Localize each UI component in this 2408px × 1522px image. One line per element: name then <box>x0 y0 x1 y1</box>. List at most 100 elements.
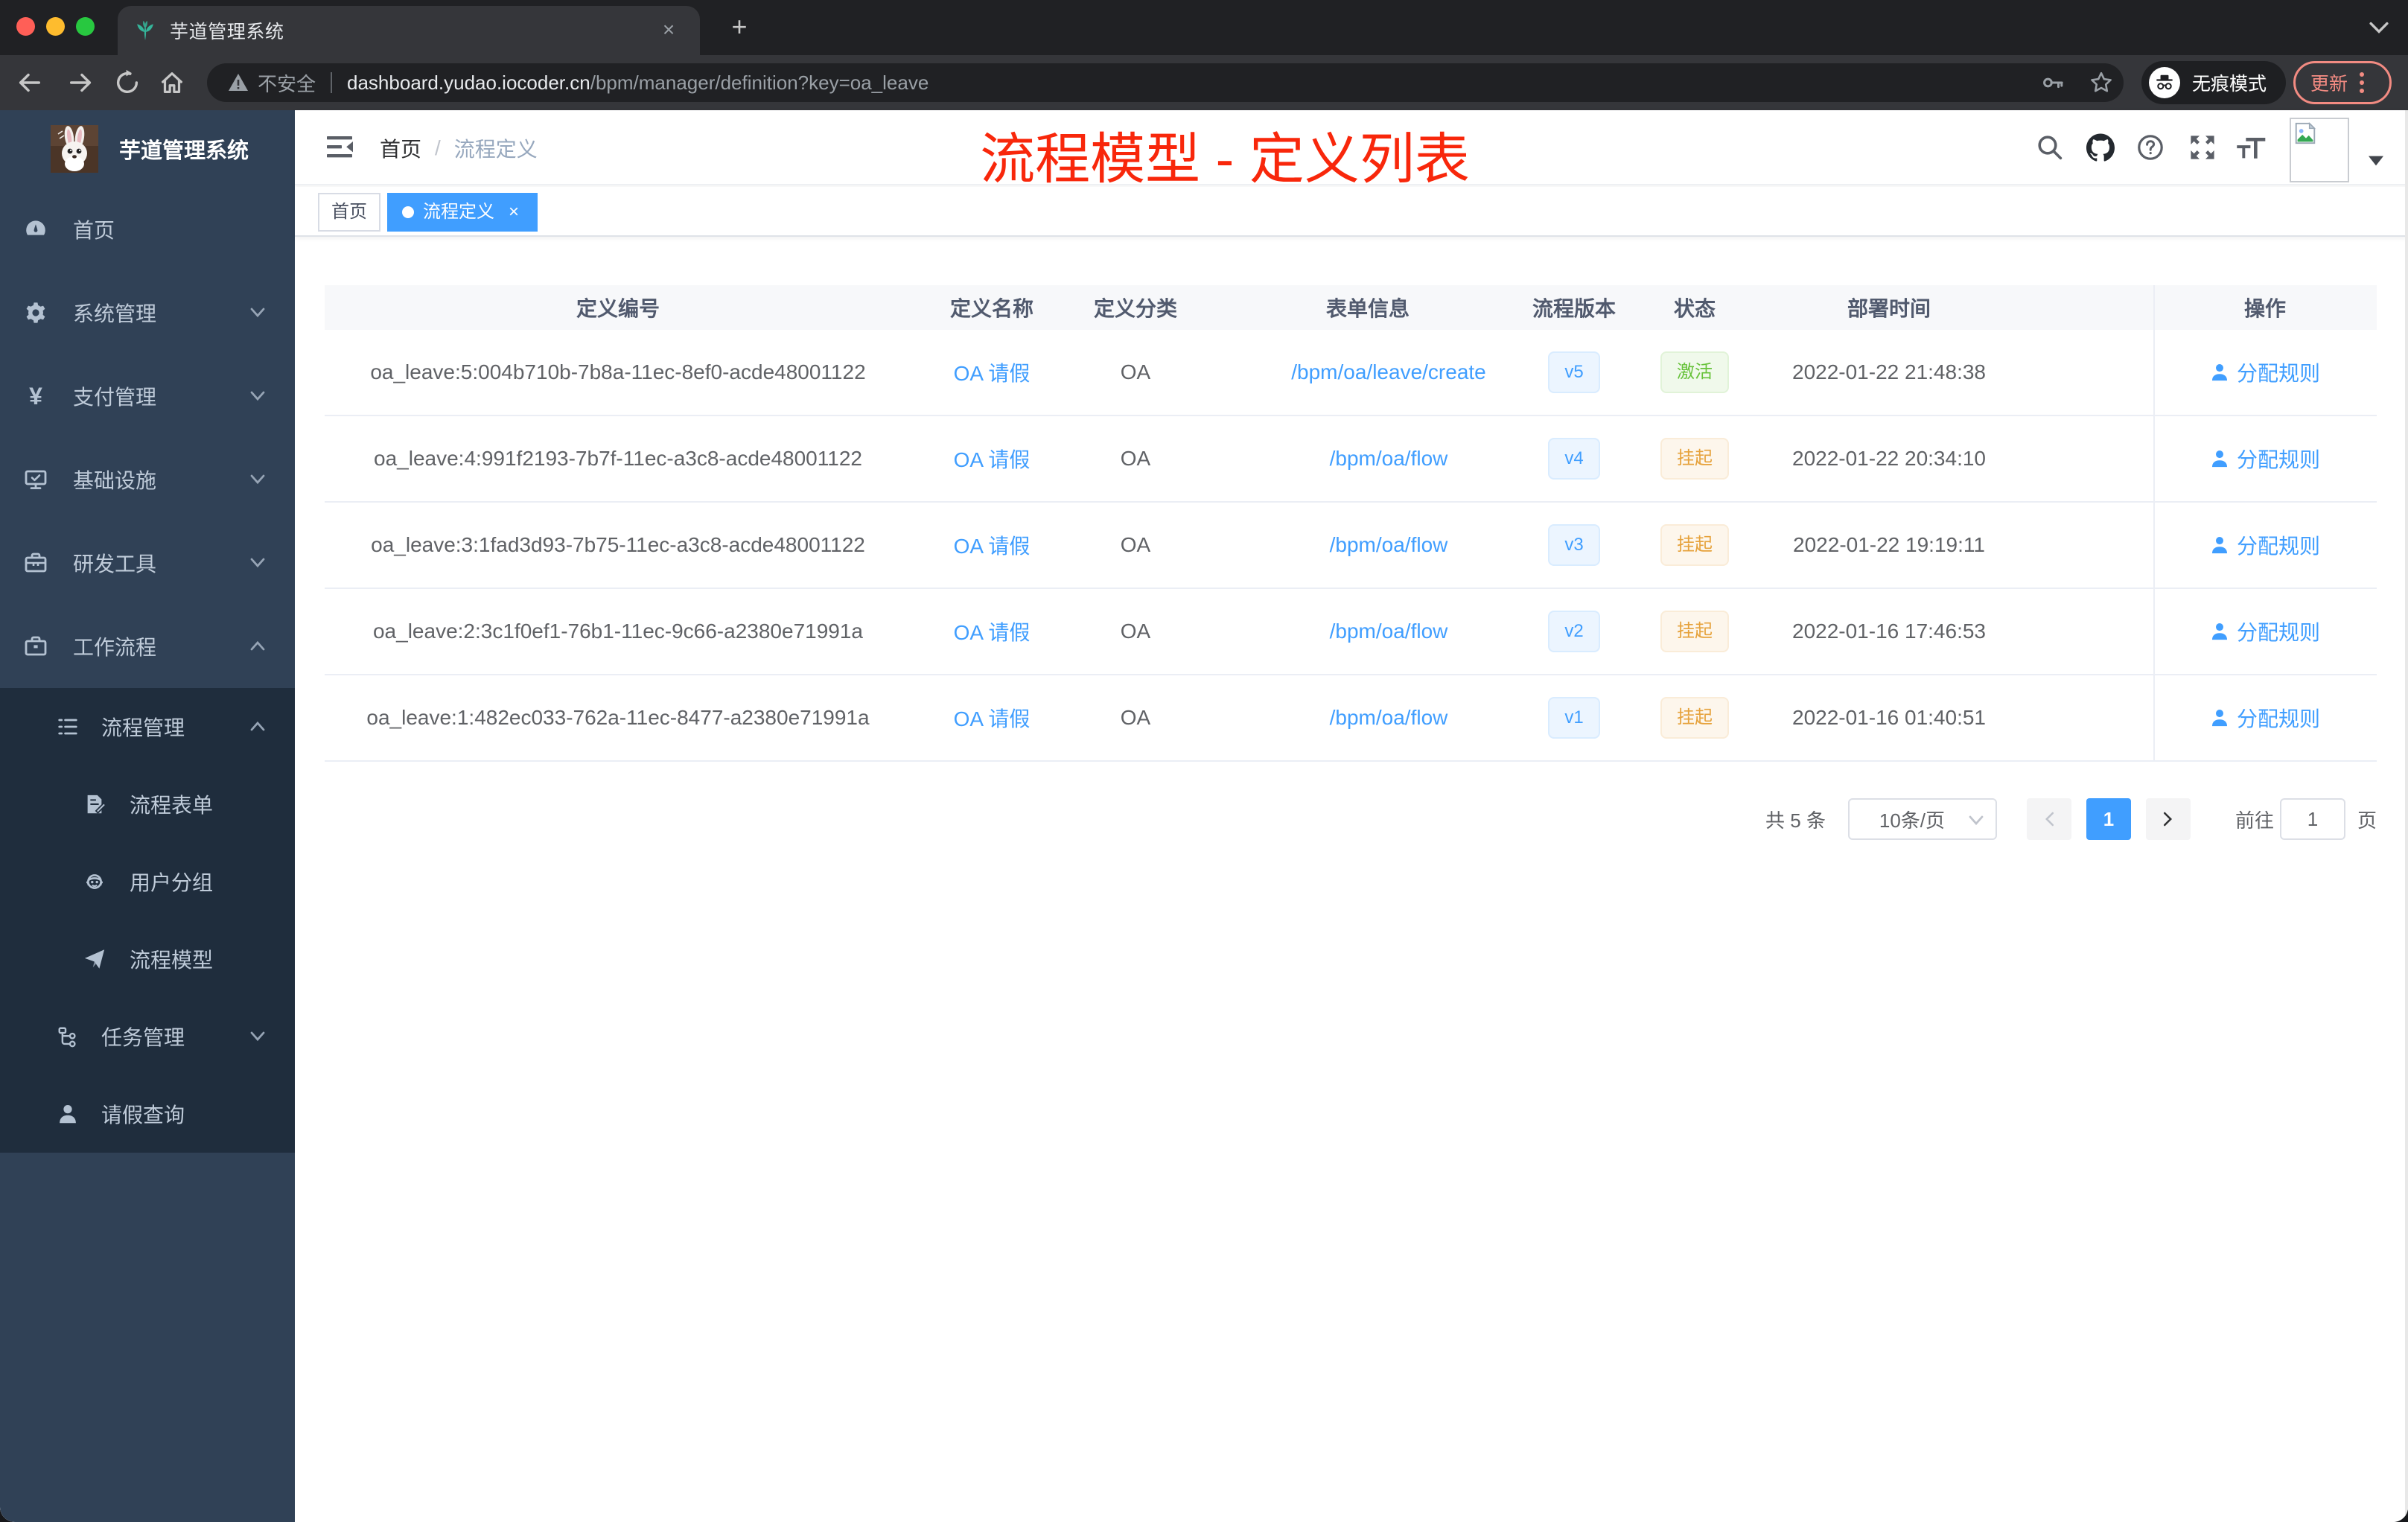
assign-rule-link[interactable]: 分配规则 <box>2210 530 2320 560</box>
table-row: oa_leave:3:1fad3d93-7b75-11ec-a3c8-acde4… <box>325 503 2377 589</box>
not-secure-warning-icon <box>228 72 249 93</box>
assign-rule-label: 分配规则 <box>2236 448 2320 471</box>
browser-chrome: 芋道管理系统 × + 不安全 dashboard.yudao.iocoder.c… <box>0 0 2408 110</box>
tag-label: 流程定义 <box>423 202 494 222</box>
col-header-name: 定义名称 <box>949 297 1033 320</box>
browser-update-button[interactable]: 更新 <box>2293 61 2392 104</box>
assign-rule-link[interactable]: 分配规则 <box>2210 444 2320 474</box>
assign-rule-label: 分配规则 <box>2236 707 2320 730</box>
page-number-1[interactable]: 1 <box>2086 798 2131 840</box>
cell-name-link[interactable]: OA 请假 <box>911 503 1072 588</box>
search-icon[interactable] <box>2036 134 2063 161</box>
cell-category: OA <box>1120 533 1151 556</box>
avatar[interactable] <box>2290 118 2349 182</box>
prev-page-button[interactable] <box>2026 798 2071 840</box>
tab-search-icon[interactable] <box>2369 21 2389 34</box>
cell-form-link[interactable]: /bpm/oa/flow <box>1199 416 1537 501</box>
macos-close-button[interactable] <box>16 17 35 36</box>
tag-process-definition[interactable]: 流程定义 × <box>387 193 538 232</box>
cell-name-link[interactable]: OA 请假 <box>911 416 1072 501</box>
goto-page-input[interactable]: 1 <box>2279 798 2345 840</box>
briefcase-icon <box>24 634 48 658</box>
broken-image-icon <box>2293 121 2318 146</box>
sidebar-item-system[interactable]: 系统管理 <box>0 271 295 354</box>
sidebar-item-process-model[interactable]: 流程模型 <box>0 920 295 998</box>
cell-form-link[interactable]: /bpm/oa/flow <box>1199 503 1537 588</box>
fullscreen-icon[interactable] <box>2189 134 2216 161</box>
cell-filler <box>2000 416 2153 501</box>
cell-form-link[interactable]: /bpm/oa/flow <box>1199 675 1537 760</box>
assign-rule-link[interactable]: 分配规则 <box>2210 357 2320 387</box>
sidebar-item-payment[interactable]: ¥ 支付管理 <box>0 354 295 438</box>
tag-close-icon[interactable]: × <box>505 194 523 230</box>
admin-app: 芋道管理系统 首页 系统管理 ¥ 支付管理 基础设施 研发工具 工作流程 流程管… <box>0 110 2408 1522</box>
status-tag: 挂起 <box>1660 524 1729 566</box>
sidebar-item-task-manage[interactable]: 任务管理 <box>0 998 295 1075</box>
breadcrumb-home[interactable]: 首页 <box>380 133 421 163</box>
sidebar-item-leave-query[interactable]: 请假查询 <box>0 1075 295 1153</box>
user-icon <box>2210 708 2229 727</box>
status-tag: 激活 <box>1660 351 1729 393</box>
password-key-icon[interactable] <box>2042 71 2064 94</box>
back-icon[interactable] <box>15 69 43 97</box>
list-tree-icon <box>57 716 79 738</box>
paper-plane-icon <box>83 948 106 970</box>
cell-time: 2022-01-16 01:40:51 <box>1792 706 1986 729</box>
browser-menu-kebab-icon[interactable] <box>2360 72 2365 93</box>
cell-form-link[interactable]: /bpm/oa/leave/create <box>1199 330 1537 415</box>
breadcrumb-separator: / <box>435 136 441 159</box>
sidebar-item-user-group[interactable]: 用户分组 <box>0 843 295 920</box>
next-page-button[interactable] <box>2145 798 2191 840</box>
forward-icon[interactable] <box>67 69 95 97</box>
monitor-icon <box>24 468 48 491</box>
url-host: dashboard.yudao.iocoder.cn <box>347 71 590 94</box>
sidebar-item-label: 系统管理 <box>73 302 157 325</box>
github-icon[interactable] <box>2086 133 2115 162</box>
new-tab-button[interactable]: + <box>725 13 754 42</box>
sidebar-item-label: 用户分组 <box>130 871 214 894</box>
sidebar-item-devtools[interactable]: 研发工具 <box>0 521 295 605</box>
macos-minimize-button[interactable] <box>46 17 65 36</box>
cell-name-link[interactable]: OA 请假 <box>911 589 1072 674</box>
sidebar-item-process-form[interactable]: 流程表单 <box>0 765 295 843</box>
status-tag: 挂起 <box>1660 697 1729 739</box>
home-icon[interactable] <box>158 69 186 97</box>
sidebar-item-home[interactable]: 首页 <box>0 188 295 271</box>
help-icon[interactable] <box>2137 134 2164 161</box>
browser-tab[interactable]: 芋道管理系统 × <box>118 6 700 55</box>
tag-home[interactable]: 首页 <box>318 193 380 232</box>
bookmark-star-icon[interactable] <box>2089 71 2113 95</box>
main-area: 首页 / 流程定义 首页 流程定义 × 流程模型 - 定义列表 定义编号 定义名… <box>295 110 2408 1522</box>
annotation-overlay-text: 流程模型 - 定义列表 <box>980 128 1470 190</box>
chevron-down-icon <box>250 1031 265 1042</box>
page-size-select[interactable]: 10条/页 <box>1847 798 1997 840</box>
col-header-filler <box>2000 285 2153 330</box>
gear-icon <box>24 301 48 325</box>
font-size-icon[interactable] <box>2237 136 2267 159</box>
not-secure-label: 不安全 <box>258 72 316 95</box>
cell-name-link[interactable]: OA 请假 <box>911 675 1072 760</box>
assign-rule-link[interactable]: 分配规则 <box>2210 703 2320 733</box>
page-unit-label: 页 <box>2357 809 2377 832</box>
macos-zoom-button[interactable] <box>76 17 95 36</box>
user-icon <box>2210 535 2229 555</box>
sidebar-item-workflow[interactable]: 工作流程 <box>0 605 295 688</box>
cell-form-link[interactable]: /bpm/oa/flow <box>1199 589 1537 674</box>
sidebar-item-label: 研发工具 <box>73 553 157 576</box>
sidebar-logo[interactable]: 芋道管理系统 <box>0 110 295 188</box>
tab-close-icon[interactable]: × <box>657 18 681 42</box>
sidebar: 芋道管理系统 首页 系统管理 ¥ 支付管理 基础设施 研发工具 工作流程 流程管… <box>0 110 295 1522</box>
tag-label: 首页 <box>331 202 367 222</box>
chevron-down-icon <box>250 307 265 319</box>
sidebar-item-process-manage[interactable]: 流程管理 <box>0 688 295 765</box>
sidebar-item-label: 首页 <box>73 219 115 242</box>
user-icon <box>57 1103 79 1125</box>
assign-rule-link[interactable]: 分配规则 <box>2210 617 2320 646</box>
sidebar-item-infra[interactable]: 基础设施 <box>0 438 295 521</box>
sidebar-collapse-icon[interactable] <box>325 132 354 162</box>
reload-icon[interactable] <box>113 69 141 97</box>
url-bar[interactable]: 不安全 dashboard.yudao.iocoder.cn/bpm/manag… <box>207 63 2124 102</box>
cell-name-link[interactable]: OA 请假 <box>911 330 1072 415</box>
sidebar-menu: 首页 系统管理 ¥ 支付管理 基础设施 研发工具 工作流程 流程管理 流程表单 … <box>0 188 295 1153</box>
caret-down-icon[interactable] <box>2368 155 2384 167</box>
